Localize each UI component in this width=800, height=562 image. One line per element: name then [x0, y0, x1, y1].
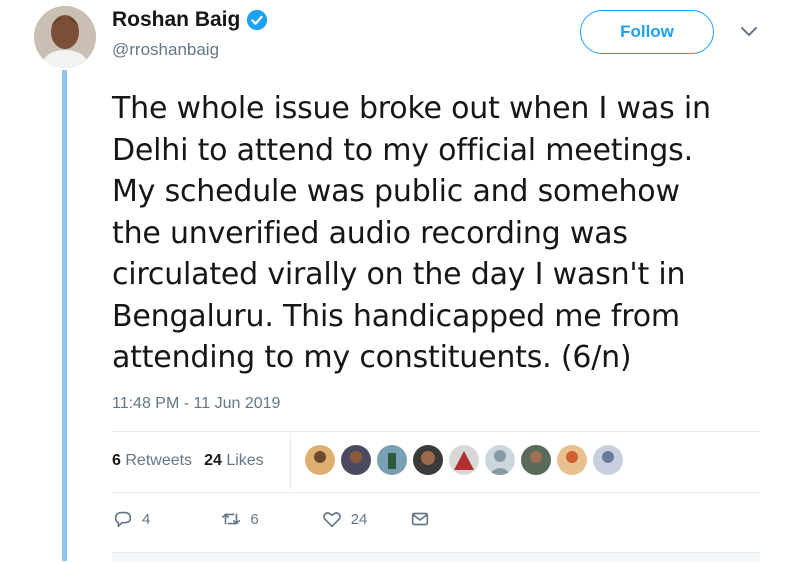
- tweet-line: Delhi to attend to my official meetings.: [112, 132, 693, 168]
- reply-icon: [114, 511, 132, 528]
- liker-avatar[interactable]: [520, 444, 552, 476]
- divider: [112, 492, 760, 493]
- envelope-icon: [412, 512, 429, 526]
- reply-button[interactable]: 4: [112, 508, 150, 530]
- liker-avatar[interactable]: [592, 444, 624, 476]
- retweet-icon: [222, 513, 241, 525]
- reply-count: 4: [142, 510, 151, 528]
- heart-icon: [322, 512, 341, 528]
- retweets-stat[interactable]: 6 Retweets: [112, 452, 192, 470]
- tweet-line: My schedule was public and somehow: [112, 174, 680, 209]
- liker-avatar[interactable]: [448, 444, 480, 476]
- liker-avatar[interactable]: [556, 444, 588, 476]
- tweet-actions: 4 6 24: [112, 508, 483, 530]
- engagement-stats: 6 Retweets 24 Likes: [112, 452, 264, 470]
- retweets-count: 6: [112, 452, 121, 469]
- retweets-label: Retweets: [125, 452, 193, 469]
- liker-avatar[interactable]: [340, 444, 372, 476]
- tweet-line: the unverified audio recording was: [112, 215, 628, 251]
- retweet-button[interactable]: 6: [220, 508, 259, 530]
- tweet-line: Bengaluru. This handicapped me from: [112, 298, 680, 334]
- liker-avatar[interactable]: [304, 444, 336, 476]
- like-count: 24: [350, 510, 368, 528]
- likes-count: 24: [204, 452, 222, 469]
- tweet-timestamp[interactable]: 11:48 PM - 11 Jun 2019: [112, 395, 280, 413]
- display-name[interactable]: Roshan Baig: [112, 8, 240, 32]
- liker-avatars: [304, 444, 624, 476]
- retweet-count: 6: [250, 510, 259, 528]
- tweet-text: The whole issue broke out when I was in …: [112, 88, 772, 379]
- follow-button[interactable]: Follow: [580, 10, 714, 54]
- user-handle[interactable]: @rroshanbaig: [112, 40, 219, 60]
- tweet-line: The whole issue broke out when I was in: [112, 91, 711, 126]
- tweet-line: circulated virally on the day I wasn't i…: [112, 257, 686, 292]
- liker-avatar[interactable]: [484, 444, 516, 476]
- tweet-line: attending to my constituents. (6/n): [112, 340, 632, 375]
- direct-message-button[interactable]: [409, 508, 431, 530]
- like-button[interactable]: 24: [321, 508, 368, 530]
- divider: [112, 431, 760, 432]
- thread-line: [62, 70, 67, 561]
- likes-label: Likes: [226, 452, 264, 469]
- chevron-down-icon[interactable]: [738, 24, 760, 40]
- verified-badge-icon: [247, 9, 268, 31]
- stats-separator: [290, 434, 291, 490]
- liker-avatar[interactable]: [412, 444, 444, 476]
- likes-stat[interactable]: 24 Likes: [204, 452, 264, 470]
- avatar[interactable]: [34, 6, 96, 68]
- liker-avatar[interactable]: [376, 444, 408, 476]
